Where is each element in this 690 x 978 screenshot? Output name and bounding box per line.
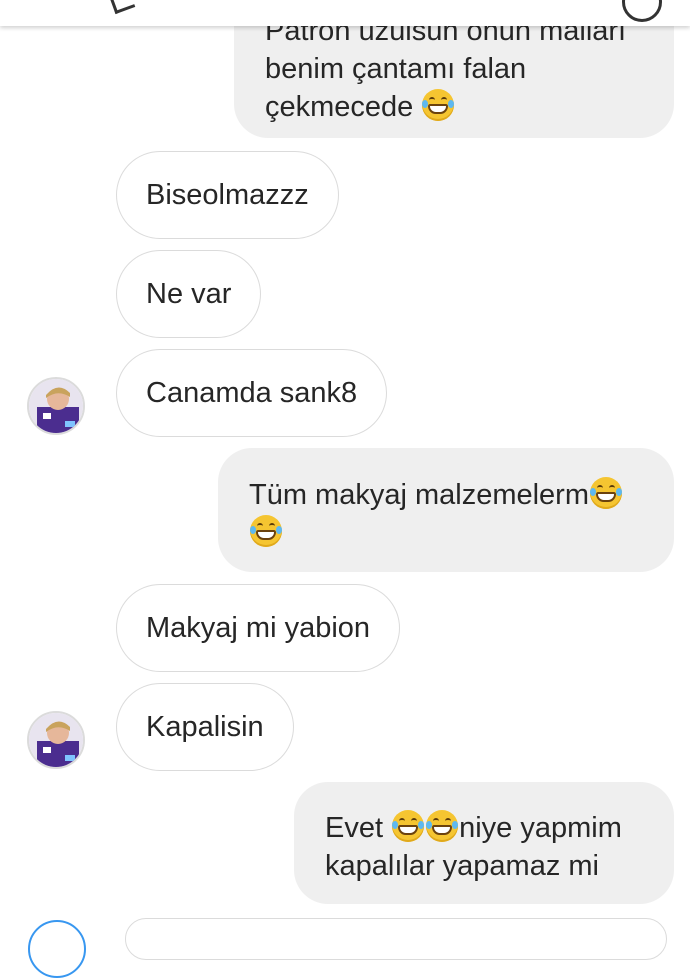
incoming-message[interactable]: Ne var [116, 250, 262, 338]
info-icon[interactable] [622, 0, 662, 22]
face-with-tears-of-joy-icon [426, 810, 459, 842]
message-line: çekmecede [265, 91, 414, 123]
outgoing-message[interactable]: Tüm makyaj malzemelerm [218, 448, 674, 572]
message-text: Ne var [146, 278, 232, 310]
message-line: benim çantamı falan [265, 53, 527, 85]
header-bar [0, 0, 690, 26]
face-with-tears-of-joy-icon [590, 477, 622, 509]
camera-icon[interactable] [28, 920, 86, 978]
back-icon[interactable] [109, 0, 136, 15]
message-line: Evet [325, 812, 384, 844]
message-line: Tüm makyaj malzemelerm [249, 479, 589, 511]
incoming-message[interactable]: Canamda sank8 [116, 349, 388, 437]
outgoing-message[interactable]: Evet niye yapmim kapalılar yapamaz mi [294, 782, 674, 904]
incoming-message[interactable]: Makyaj mi yabion [116, 584, 401, 672]
incoming-message[interactable]: Biseolmazzz [116, 151, 339, 239]
message-text: Canamda sank8 [146, 377, 358, 409]
message-line: kapalılar yapamaz mi [325, 850, 599, 882]
incoming-message[interactable]: Kapalisin [116, 683, 294, 771]
face-with-tears-of-joy-icon [250, 515, 282, 547]
message-text: Biseolmazzz [146, 179, 309, 211]
message-line-with-emoji: Evet niye yapmim [325, 809, 674, 847]
message-input[interactable] [125, 918, 667, 960]
face-with-tears-of-joy-icon [422, 89, 455, 121]
message-text: Makyaj mi yabion [146, 612, 371, 644]
avatar-photo [29, 379, 83, 433]
message-line-with-emoji: Tüm makyaj malzemelerm [249, 476, 674, 514]
avatar-photo [29, 713, 83, 767]
user-avatar[interactable] [27, 711, 85, 769]
message-line-with-emoji [249, 514, 674, 552]
message-line: niye yapmim [459, 812, 622, 844]
user-avatar[interactable] [27, 377, 85, 435]
face-with-tears-of-joy-icon [392, 810, 425, 842]
message-text: Kapalisin [146, 711, 264, 743]
message-line-with-emoji: çekmecede [265, 88, 674, 126]
